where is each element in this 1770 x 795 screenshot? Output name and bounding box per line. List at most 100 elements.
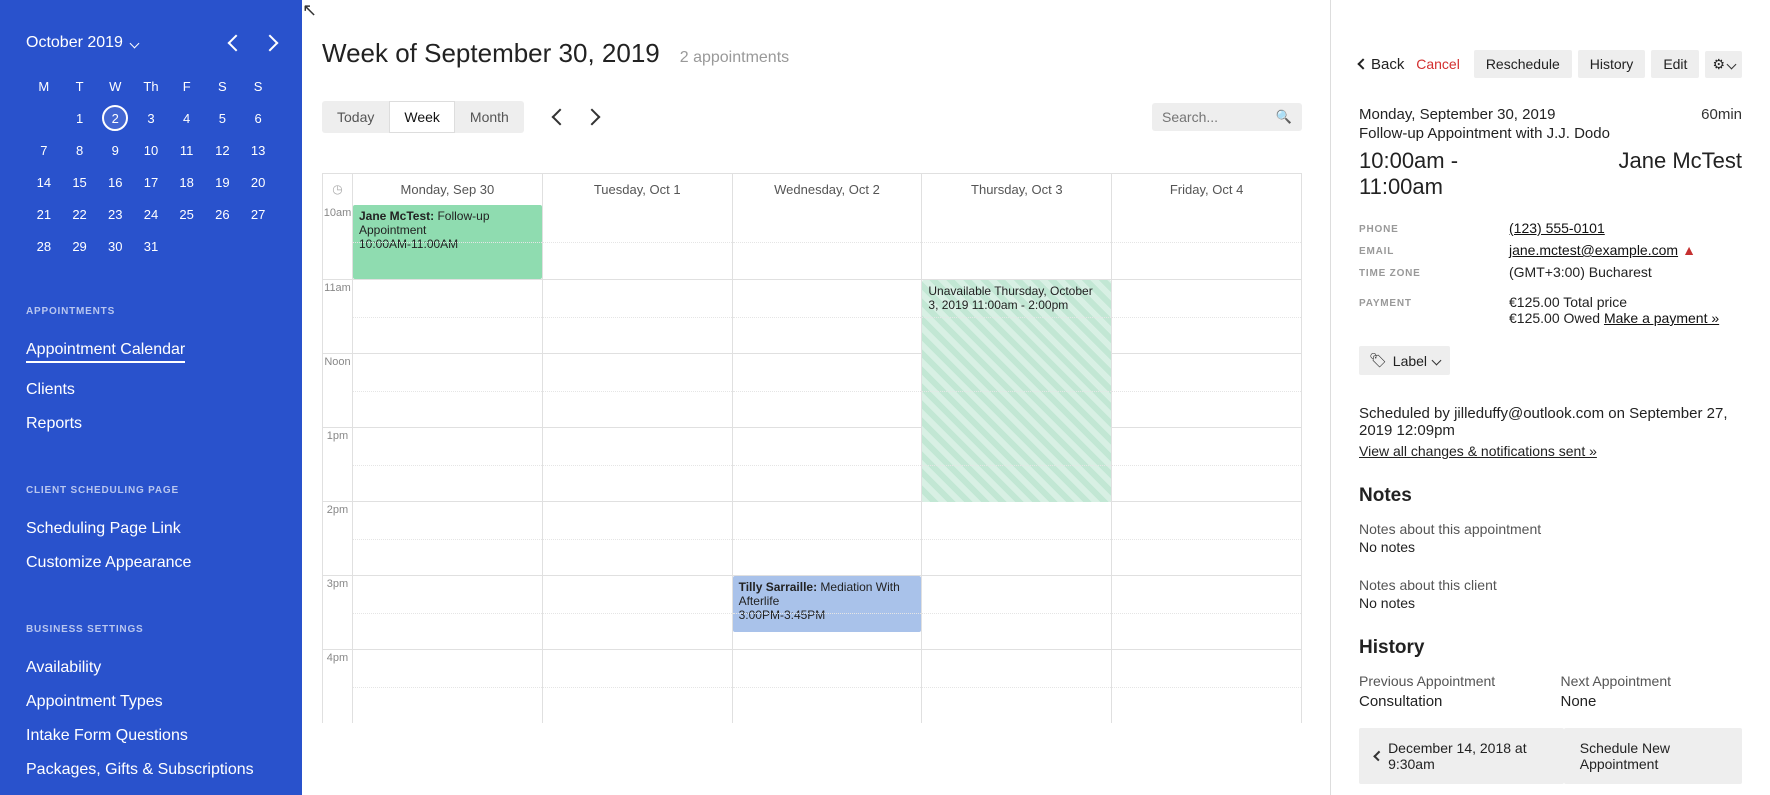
search-input[interactable] bbox=[1162, 109, 1262, 125]
day-cell[interactable] bbox=[1112, 502, 1301, 575]
mini-cal-day[interactable]: 11 bbox=[169, 134, 205, 166]
sidebar-link[interactable]: Scheduling Page Link bbox=[26, 512, 276, 546]
day-cell[interactable] bbox=[922, 428, 1112, 501]
mini-cal-day[interactable]: 1 bbox=[62, 102, 98, 134]
back-button[interactable]: Back bbox=[1359, 56, 1404, 73]
day-cell[interactable] bbox=[922, 650, 1112, 723]
sidebar-link[interactable]: Appointment Calendar bbox=[26, 333, 185, 363]
sidebar-link[interactable]: Appointment Types bbox=[26, 685, 276, 719]
day-cell[interactable] bbox=[543, 354, 733, 427]
mini-cal-day[interactable]: 10 bbox=[133, 134, 169, 166]
calendar-event[interactable]: Tilly Sarraille: Mediation With Afterlif… bbox=[733, 576, 922, 632]
label-button[interactable]: 🏷 Label bbox=[1359, 346, 1450, 375]
day-cell[interactable] bbox=[353, 576, 543, 649]
sidebar-link[interactable]: Customize Appearance bbox=[26, 546, 276, 580]
day-cell[interactable] bbox=[1112, 576, 1301, 649]
mini-cal-day[interactable]: 31 bbox=[133, 230, 169, 262]
mini-cal-day[interactable]: 13 bbox=[240, 134, 276, 166]
mini-cal-day[interactable]: 9 bbox=[97, 134, 133, 166]
day-cell[interactable] bbox=[543, 650, 733, 723]
mini-cal-day[interactable]: 8 bbox=[62, 134, 98, 166]
week-prev[interactable] bbox=[551, 109, 568, 126]
mini-cal-day[interactable]: 15 bbox=[62, 166, 98, 198]
day-cell[interactable] bbox=[1112, 280, 1301, 353]
expand-arrow-icon[interactable]: ↖ bbox=[302, 0, 317, 21]
mini-cal-day[interactable]: 29 bbox=[62, 230, 98, 262]
prev-appt-button[interactable]: December 14, 2018 at 9:30am bbox=[1359, 728, 1564, 784]
mini-cal-day[interactable]: 19 bbox=[205, 166, 241, 198]
day-cell[interactable] bbox=[733, 354, 923, 427]
mini-cal-month[interactable]: October 2019 bbox=[26, 34, 138, 52]
day-cell[interactable] bbox=[733, 428, 923, 501]
day-cell[interactable] bbox=[353, 354, 543, 427]
day-cell[interactable] bbox=[1112, 428, 1301, 501]
email-link[interactable]: jane.mctest@example.com bbox=[1509, 242, 1678, 258]
day-cell[interactable] bbox=[543, 502, 733, 575]
phone-link[interactable]: (123) 555-0101 bbox=[1509, 220, 1605, 236]
day-cell[interactable] bbox=[353, 280, 543, 353]
view-changes-link[interactable]: View all changes & notifications sent » bbox=[1359, 443, 1597, 459]
day-cell[interactable] bbox=[353, 502, 543, 575]
view-week[interactable]: Week bbox=[389, 101, 455, 133]
mini-cal-day[interactable]: 7 bbox=[26, 134, 62, 166]
mini-cal-day[interactable]: 18 bbox=[169, 166, 205, 198]
day-cell[interactable]: Jane McTest: Follow-up Appointment10:00A… bbox=[353, 205, 543, 279]
day-cell[interactable]: Tilly Sarraille: Mediation With Afterlif… bbox=[733, 576, 923, 649]
day-cell[interactable] bbox=[1112, 205, 1301, 279]
day-cell[interactable] bbox=[353, 428, 543, 501]
settings-button[interactable]: ⚙ bbox=[1705, 51, 1742, 78]
cancel-button[interactable]: Cancel bbox=[1416, 56, 1460, 72]
day-cell[interactable] bbox=[922, 576, 1112, 649]
mini-cal-day[interactable]: 28 bbox=[26, 230, 62, 262]
day-cell[interactable] bbox=[922, 354, 1112, 427]
edit-button[interactable]: Edit bbox=[1651, 50, 1699, 78]
day-cell[interactable] bbox=[1112, 354, 1301, 427]
reschedule-button[interactable]: Reschedule bbox=[1474, 50, 1572, 78]
mini-cal-day[interactable]: 30 bbox=[97, 230, 133, 262]
mini-cal-day[interactable]: 5 bbox=[205, 102, 241, 134]
schedule-new-button[interactable]: Schedule New Appointment bbox=[1564, 728, 1742, 784]
mini-cal-next[interactable] bbox=[262, 35, 279, 52]
day-cell[interactable] bbox=[922, 502, 1112, 575]
day-cell[interactable]: Unavailable Thursday, October 3, 2019 11… bbox=[922, 280, 1112, 353]
mini-cal-day[interactable]: 20 bbox=[240, 166, 276, 198]
day-cell[interactable] bbox=[543, 428, 733, 501]
sidebar-link[interactable]: Reports bbox=[26, 407, 276, 441]
mini-cal-day[interactable]: 27 bbox=[240, 198, 276, 230]
search-icon[interactable]: 🔍 bbox=[1276, 109, 1292, 125]
day-cell[interactable] bbox=[543, 280, 733, 353]
day-cell[interactable] bbox=[733, 280, 923, 353]
mini-cal-day[interactable]: 23 bbox=[97, 198, 133, 230]
day-cell[interactable] bbox=[1112, 650, 1301, 723]
mini-cal-day[interactable]: 21 bbox=[26, 198, 62, 230]
view-today[interactable]: Today bbox=[322, 101, 389, 133]
mini-cal-day[interactable]: 2 bbox=[97, 102, 133, 134]
mini-cal-day[interactable]: 4 bbox=[169, 102, 205, 134]
mini-cal-day[interactable]: 16 bbox=[97, 166, 133, 198]
sidebar-link[interactable]: Intake Form Questions bbox=[26, 719, 276, 753]
sidebar-link[interactable]: Clients bbox=[26, 373, 276, 407]
day-cell[interactable] bbox=[922, 205, 1112, 279]
sidebar-link[interactable]: Packages, Gifts & Subscriptions bbox=[26, 753, 276, 787]
mini-cal-day[interactable]: 12 bbox=[205, 134, 241, 166]
sidebar-link[interactable]: Availability bbox=[26, 651, 276, 685]
mini-cal-day[interactable]: 26 bbox=[205, 198, 241, 230]
day-cell[interactable] bbox=[733, 205, 923, 279]
week-next[interactable] bbox=[583, 109, 600, 126]
day-cell[interactable] bbox=[543, 576, 733, 649]
day-cell[interactable] bbox=[353, 650, 543, 723]
day-cell[interactable] bbox=[733, 650, 923, 723]
mini-cal-prev[interactable] bbox=[228, 35, 245, 52]
day-cell[interactable] bbox=[543, 205, 733, 279]
day-cell[interactable] bbox=[733, 502, 923, 575]
mini-cal-day[interactable]: 3 bbox=[133, 102, 169, 134]
mini-cal-day[interactable]: 25 bbox=[169, 198, 205, 230]
mini-cal-day[interactable]: 22 bbox=[62, 198, 98, 230]
mini-cal-day[interactable]: 6 bbox=[240, 102, 276, 134]
make-payment-link[interactable]: Make a payment » bbox=[1604, 310, 1719, 326]
calendar-event[interactable]: Jane McTest: Follow-up Appointment10:00A… bbox=[353, 205, 542, 279]
mini-cal-day[interactable]: 14 bbox=[26, 166, 62, 198]
view-month[interactable]: Month bbox=[455, 101, 524, 133]
history-button[interactable]: History bbox=[1578, 50, 1646, 78]
mini-cal-day[interactable]: 24 bbox=[133, 198, 169, 230]
